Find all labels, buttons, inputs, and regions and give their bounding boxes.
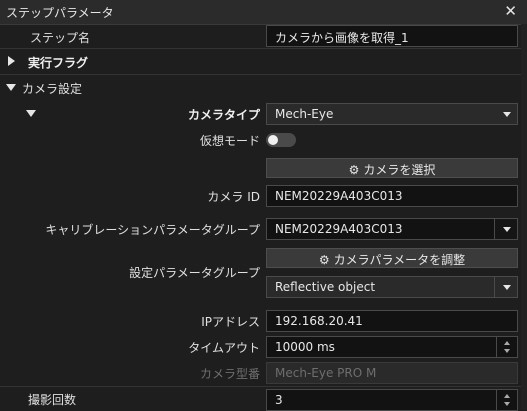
timeout-spinbox[interactable]: 10000 ms bbox=[266, 336, 518, 358]
exec-flag-row[interactable]: 実行フラグ bbox=[0, 49, 527, 75]
camera-type-row: カメラタイプ Mech-Eye bbox=[0, 102, 527, 126]
chevron-down-icon bbox=[503, 112, 511, 117]
chevron-down-icon bbox=[503, 285, 511, 290]
camera-type-select[interactable]: Mech-Eye bbox=[266, 103, 518, 125]
select-camera-button[interactable]: ⚙ カメラを選択 bbox=[266, 158, 518, 178]
collapse-down-icon[interactable] bbox=[6, 84, 16, 91]
camera-model-label: カメラ型番 bbox=[199, 367, 260, 381]
select-camera-label: カメラを選択 bbox=[363, 163, 436, 177]
toggle-knob bbox=[268, 135, 278, 145]
close-icon[interactable]: ✕ bbox=[504, 2, 517, 20]
config-group-value: Reflective object bbox=[275, 280, 376, 294]
calibration-group-value: NEM20229A403C013 bbox=[275, 222, 403, 236]
calibration-group-row: キャリブレーションパラメータグループ NEM20229A403C013 bbox=[0, 217, 527, 241]
camera-model-input: Mech-Eye PRO M bbox=[266, 362, 518, 384]
gear-icon: ⚙ bbox=[348, 163, 360, 177]
ip-address-row: IPアドレス 192.168.20.41 bbox=[0, 309, 527, 333]
timeout-row: タイムアウト 10000 ms bbox=[0, 335, 527, 359]
virtual-mode-label: 仮想モード bbox=[199, 134, 260, 148]
expand-right-icon[interactable] bbox=[8, 56, 15, 66]
chevron-down-icon bbox=[503, 227, 511, 232]
config-group-row: 設定パラメータグループ Reflective object bbox=[0, 262, 527, 300]
step-name-input[interactable]: カメラから画像を取得_1 bbox=[266, 25, 518, 47]
collapse-down-icon[interactable] bbox=[26, 110, 36, 117]
config-group-label: 設定パラメータグループ bbox=[129, 266, 260, 280]
camera-settings-label: カメラ設定 bbox=[22, 82, 83, 96]
camera-settings-header[interactable]: カメラ設定 bbox=[0, 76, 527, 98]
camera-id-label: カメラ ID bbox=[207, 190, 260, 204]
spin-arrows-icon[interactable] bbox=[496, 337, 517, 357]
step-name-label: ステップ名 bbox=[30, 31, 91, 45]
camera-model-row: カメラ型番 Mech-Eye PRO M bbox=[0, 361, 527, 385]
camera-type-label: カメラタイプ bbox=[187, 108, 260, 122]
camera-id-input[interactable]: NEM20229A403C013 bbox=[266, 185, 518, 207]
spin-arrows-icon[interactable] bbox=[496, 390, 517, 410]
capture-count-label: 撮影回数 bbox=[28, 393, 77, 407]
calibration-group-select[interactable]: NEM20229A403C013 bbox=[266, 218, 518, 240]
timeout-label: タイムアウト bbox=[188, 341, 260, 355]
panel-title: ステップパラメータ bbox=[6, 6, 114, 20]
scrollbar-track[interactable] bbox=[521, 24, 527, 410]
capture-count-row: 撮影回数 3 bbox=[0, 386, 527, 411]
exec-flag-label: 実行フラグ bbox=[28, 56, 89, 70]
virtual-mode-row: 仮想モード bbox=[0, 128, 527, 150]
camera-id-row: カメラ ID NEM20229A403C013 bbox=[0, 184, 527, 208]
virtual-mode-toggle[interactable] bbox=[266, 133, 296, 147]
calibration-group-label: キャリブレーションパラメータグループ bbox=[45, 223, 260, 237]
capture-count-spinbox[interactable]: 3 bbox=[266, 389, 518, 411]
capture-count-value: 3 bbox=[275, 393, 283, 407]
ip-address-input[interactable]: 192.168.20.41 bbox=[266, 310, 518, 332]
ip-address-label: IPアドレス bbox=[201, 315, 260, 329]
panel-titlebar: ステップパラメータ ✕ bbox=[0, 0, 527, 25]
config-group-select[interactable]: Reflective object bbox=[266, 276, 518, 298]
timeout-value: 10000 ms bbox=[275, 340, 335, 354]
step-name-row: ステップ名 カメラから画像を取得_1 bbox=[0, 24, 527, 49]
camera-type-value: Mech-Eye bbox=[275, 107, 334, 121]
